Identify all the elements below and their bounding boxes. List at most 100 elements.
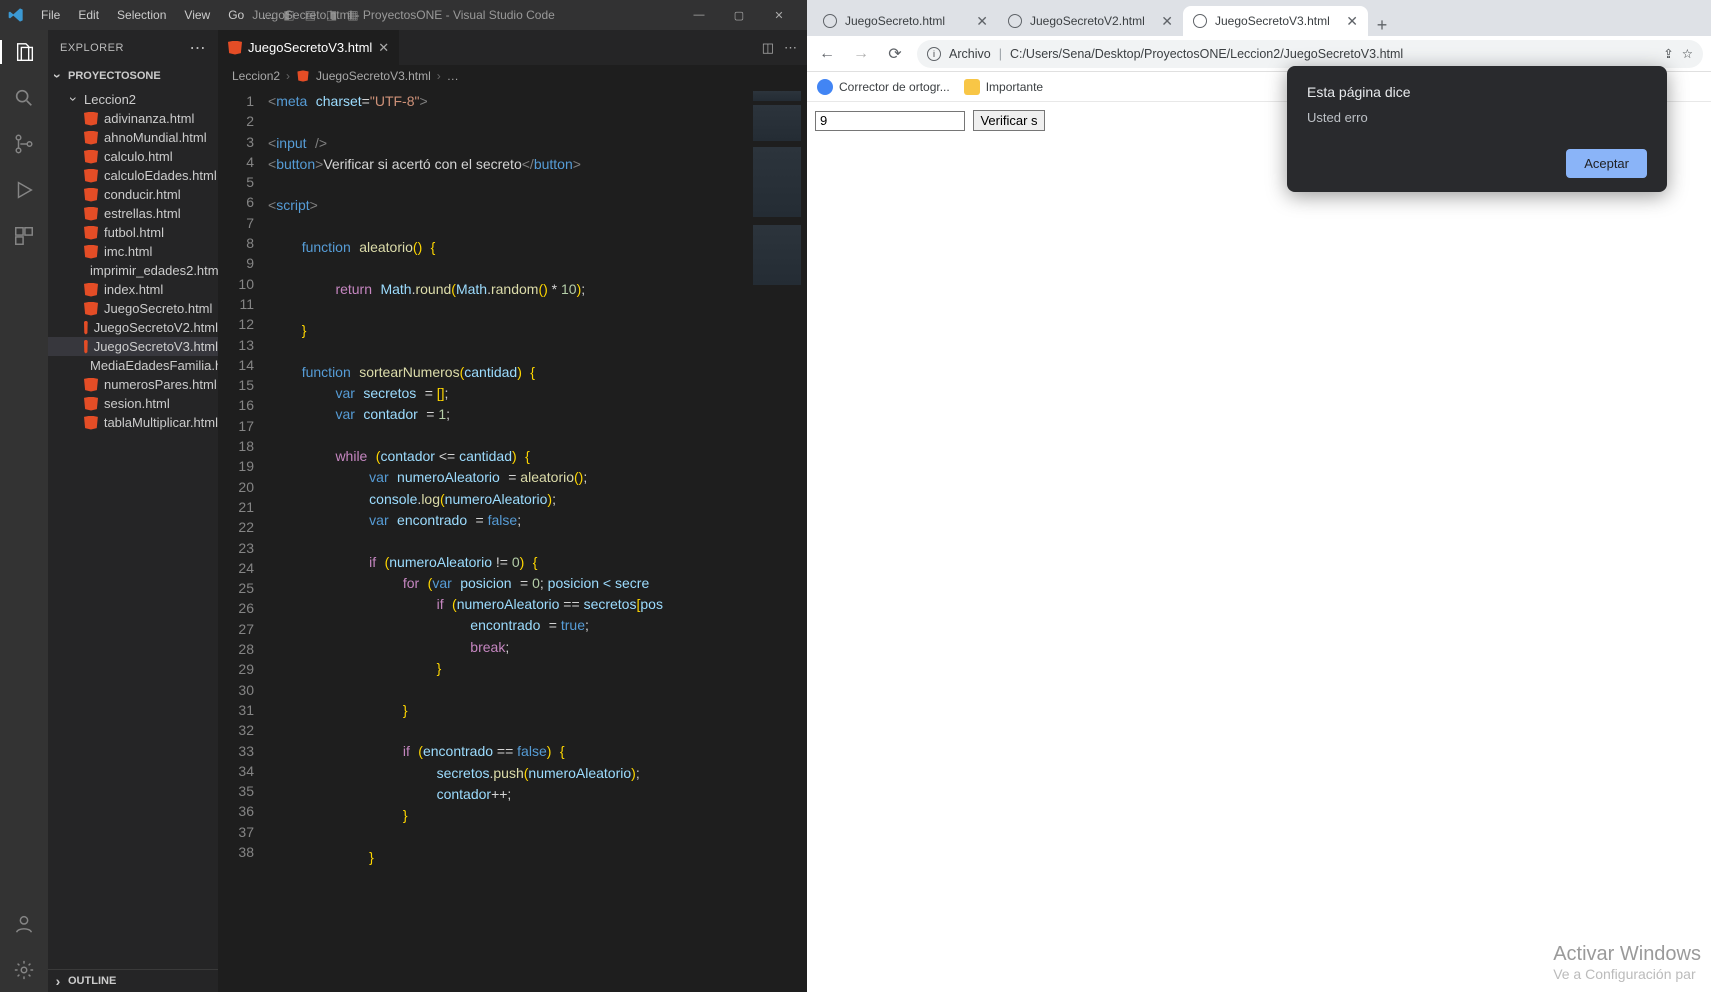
bookmark-spellcheck[interactable]: Corrector de ortogr... [817, 79, 950, 95]
file-name: estrellas.html [104, 206, 181, 221]
explorer-more-icon[interactable]: ⋯ [190, 38, 207, 58]
dialog-message: Usted erro [1307, 110, 1647, 125]
browser-tab-2[interactable]: JuegoSecretoV2.html ✕ [998, 6, 1183, 36]
file-tree: Leccion2 adivinanza.htmlahnoMundial.html… [48, 87, 218, 434]
menu-edit[interactable]: Edit [69, 8, 108, 22]
file-name: conducir.html [104, 187, 181, 202]
file-name: JuegoSecretoV2.html [94, 320, 218, 335]
editor-tab-active[interactable]: JuegoSecretoV3.html ✕ [218, 30, 400, 65]
file-item[interactable]: conducir.html [48, 185, 218, 204]
bookmark-importante[interactable]: Importante [964, 79, 1043, 95]
bookmark-label: Corrector de ortogr... [839, 80, 950, 94]
file-item[interactable]: MediaEdadesFamilia.html [48, 356, 218, 375]
file-item[interactable]: calculoEdades.html [48, 166, 218, 185]
globe-icon [1193, 14, 1207, 28]
source-control-icon[interactable] [12, 132, 36, 156]
file-name: imprimir_edades2.html [90, 263, 222, 278]
back-button[interactable]: ← [815, 45, 839, 63]
more-actions-icon[interactable]: ⋯ [784, 40, 797, 56]
file-item[interactable]: tablaMultiplicar.html [48, 413, 218, 432]
bookmark-label: Importante [986, 80, 1043, 94]
menu-go[interactable]: Go [219, 8, 253, 22]
menu-file[interactable]: File [32, 8, 69, 22]
forward-button[interactable]: → [849, 45, 873, 63]
file-item[interactable]: imprimir_edades2.html [48, 261, 218, 280]
tab-close-icon[interactable]: ✕ [1161, 13, 1173, 30]
file-item[interactable]: JuegoSecretoV3.html [48, 337, 218, 356]
search-icon[interactable] [12, 86, 36, 110]
reload-button[interactable]: ⟳ [883, 44, 907, 64]
minimap[interactable] [747, 87, 807, 992]
settings-gear-icon[interactable] [12, 958, 36, 982]
close-button[interactable]: ✕ [759, 9, 799, 22]
file-name: tablaMultiplicar.html [104, 415, 218, 430]
explorer-icon[interactable] [0, 40, 48, 64]
project-section[interactable]: PROYECTOSONE [48, 65, 218, 87]
code-editor[interactable]: 1234567891011121314151617181920212223242… [218, 87, 807, 992]
html-file-icon [84, 245, 98, 259]
dialog-ok-button[interactable]: Aceptar [1566, 149, 1647, 178]
html-file-icon [84, 131, 98, 145]
account-icon[interactable] [12, 912, 36, 936]
browser-tab-1[interactable]: JuegoSecreto.html ✕ [813, 6, 998, 36]
file-item[interactable]: JuegoSecreto.html [48, 299, 218, 318]
guess-input[interactable] [815, 111, 965, 131]
html-file-icon [84, 321, 88, 335]
menu-selection[interactable]: Selection [108, 8, 175, 22]
site-info-icon[interactable]: i [927, 47, 941, 61]
file-name: calculo.html [104, 149, 173, 164]
code-content[interactable]: <meta charset="UTF-8"> <input /> <button… [268, 87, 747, 992]
dialog-title: Esta página dice [1307, 84, 1647, 100]
file-item[interactable]: JuegoSecretoV2.html [48, 318, 218, 337]
file-name: JuegoSecreto.html [104, 301, 212, 316]
split-editor-icon[interactable]: ◫ [762, 40, 774, 56]
breadcrumb-more: … [447, 69, 459, 83]
file-item[interactable]: calculo.html [48, 147, 218, 166]
window-controls: — ▢ ✕ [679, 9, 799, 22]
file-item[interactable]: imc.html [48, 242, 218, 261]
activity-bar [0, 30, 48, 992]
folder-label: Leccion2 [84, 92, 136, 107]
new-tab-button[interactable]: + [1368, 15, 1396, 36]
html-file-icon [84, 416, 98, 430]
line-number-gutter: 1234567891011121314151617181920212223242… [218, 87, 268, 992]
tab-close-icon[interactable]: ✕ [378, 40, 389, 56]
minimize-button[interactable]: — [679, 9, 719, 22]
tab-actions: ◫ ⋯ [752, 30, 807, 65]
address-bar[interactable]: i Archivo | C:/Users/Sena/Desktop/Proyec… [917, 40, 1703, 68]
file-item[interactable]: futbol.html [48, 223, 218, 242]
breadcrumb-folder: Leccion2 [232, 69, 280, 83]
verify-button[interactable]: Verificar s [973, 110, 1044, 131]
extensions-icon[interactable] [12, 224, 36, 248]
vscode-body: EXPLORER ⋯ PROYECTOSONE Leccion2 adivina… [0, 30, 807, 992]
tab-close-icon[interactable]: ✕ [1346, 13, 1358, 30]
folder-leccion2[interactable]: Leccion2 [48, 89, 218, 109]
html-file-icon [84, 226, 98, 240]
browser-tab-3[interactable]: JuegoSecretoV3.html ✕ [1183, 6, 1368, 36]
file-name: futbol.html [104, 225, 164, 240]
sidebar-header: EXPLORER ⋯ [48, 30, 218, 65]
file-item[interactable]: sesion.html [48, 394, 218, 413]
tab-close-icon[interactable]: ✕ [976, 13, 988, 30]
file-name: JuegoSecretoV3.html [94, 339, 218, 354]
url-text: C:/Users/Sena/Desktop/ProyectosONE/Lecci… [1010, 47, 1403, 61]
install-icon[interactable]: ⇪ [1663, 46, 1673, 61]
outline-section[interactable]: OUTLINE [48, 969, 218, 992]
maximize-button[interactable]: ▢ [719, 9, 759, 22]
file-item[interactable]: estrellas.html [48, 204, 218, 223]
watermark-title: Activar Windows [1553, 943, 1701, 966]
tab-label: JuegoSecretoV3.html [248, 40, 372, 55]
globe-icon [823, 14, 837, 28]
html-file-icon [84, 378, 98, 392]
menu-view[interactable]: View [175, 8, 219, 22]
explorer-label: EXPLORER [60, 42, 124, 54]
chevron-right-icon [52, 973, 64, 989]
file-name: numerosPares.html [104, 377, 217, 392]
run-debug-icon[interactable] [12, 178, 36, 202]
file-item[interactable]: adivinanza.html [48, 109, 218, 128]
breadcrumb[interactable]: Leccion2 › JuegoSecretoV3.html › … [218, 65, 807, 87]
star-icon[interactable]: ☆ [1682, 46, 1693, 61]
file-item[interactable]: ahnoMundial.html [48, 128, 218, 147]
file-item[interactable]: numerosPares.html [48, 375, 218, 394]
file-item[interactable]: index.html [48, 280, 218, 299]
